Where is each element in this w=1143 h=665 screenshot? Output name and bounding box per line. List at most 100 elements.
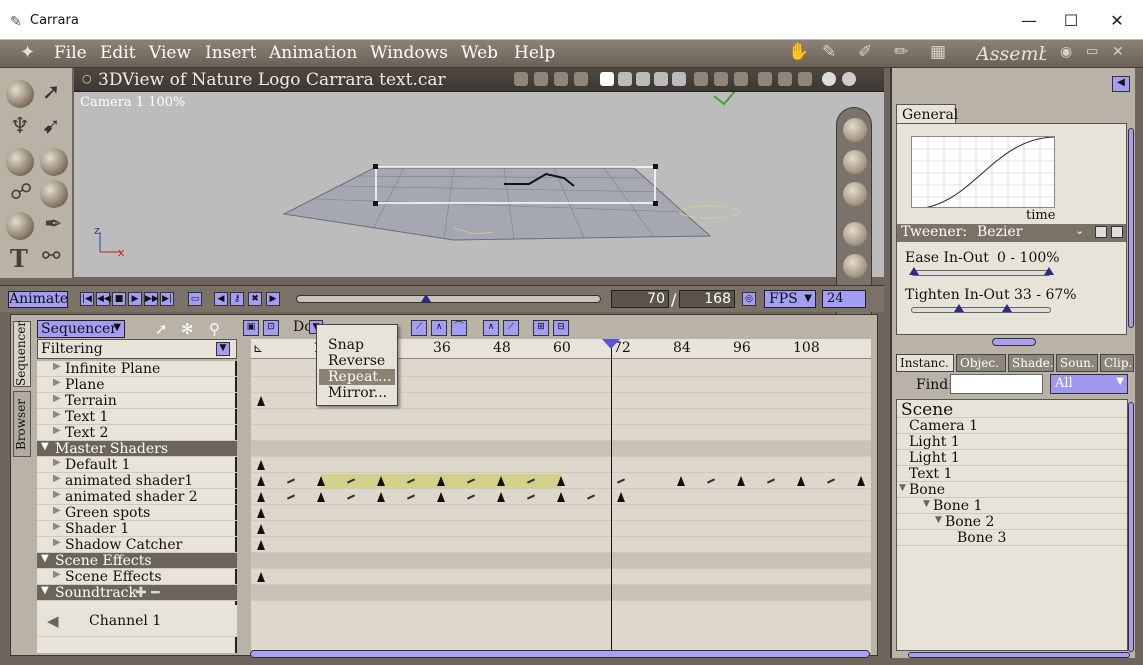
track-row[interactable]: ▼ Master Shaders [37, 441, 237, 457]
view-tool-icon[interactable] [574, 72, 588, 86]
pointer-tool-icon[interactable]: ➚ [42, 80, 60, 105]
keyframe-marker[interactable] [377, 476, 385, 486]
tighten-slider[interactable] [911, 304, 1051, 313]
sphere-tool-icon[interactable] [6, 80, 34, 108]
camera-icon[interactable] [843, 118, 867, 142]
expand-triangle-icon[interactable]: ▼ [935, 515, 942, 525]
total-frames-field[interactable]: 168 [679, 290, 735, 308]
keyframe-marker[interactable] [317, 476, 325, 486]
tree-hscrollbar[interactable] [908, 652, 1130, 658]
light-tool-icon[interactable]: ♆ [10, 114, 30, 139]
track-row[interactable]: ▶ Plane [37, 377, 237, 393]
layout-two-icon[interactable] [618, 72, 632, 86]
track-row[interactable]: ▶ Text 1 [37, 409, 237, 425]
menu-edit[interactable]: Edit [100, 43, 136, 63]
keyframe-marker[interactable] [257, 540, 265, 550]
scene-tree-item[interactable]: Light 1 [897, 450, 1127, 466]
target-tool-icon[interactable] [6, 212, 34, 240]
playhead[interactable] [611, 339, 612, 653]
current-frame-field[interactable]: 70 [611, 290, 669, 308]
add-remove-icon[interactable]: ✚ ━ [135, 585, 160, 601]
brush-tool-icon[interactable]: ✒ [44, 212, 62, 237]
keyframe-marker[interactable] [737, 476, 745, 486]
menu-view[interactable]: View [149, 43, 191, 63]
dropdown-item[interactable]: Reverse [319, 353, 395, 369]
rotate-tool-icon[interactable] [40, 148, 68, 176]
keyframe-marker[interactable] [617, 492, 625, 502]
scene-tree-item[interactable]: Text 1 [897, 466, 1127, 482]
fast-forward-icon[interactable]: ▶▶ [144, 292, 159, 306]
layout-single-icon[interactable] [600, 72, 614, 86]
sequencer-side-tab[interactable]: Sequencer [13, 321, 31, 387]
timeline-lane[interactable] [251, 457, 871, 473]
time-settings-icon[interactable]: ◎ [742, 292, 756, 306]
timeline-lane[interactable] [251, 585, 871, 601]
chevron-down-icon[interactable]: ⌄ [1075, 224, 1084, 237]
restore-icon[interactable]: ▭ [1086, 44, 1110, 64]
keyframe-marker[interactable] [257, 476, 265, 486]
storyboard-room-icon[interactable]: ✐ [858, 42, 882, 62]
scene-tree-item[interactable]: ▼ Bone 2 [897, 514, 1127, 530]
timeline-lane[interactable] [251, 505, 871, 521]
track-row[interactable]: ▶ Shadow Catcher [37, 537, 237, 553]
track-icon[interactable] [843, 222, 867, 246]
find-input[interactable] [950, 374, 1043, 394]
globe-tool-icon[interactable] [6, 148, 34, 176]
scene-tree-item[interactable]: Bone 3 [897, 530, 1127, 546]
layout-three-icon[interactable] [636, 72, 650, 86]
expand-triangle-icon[interactable]: ▼ [41, 553, 49, 564]
keyframe-marker[interactable] [317, 492, 325, 502]
track-row[interactable]: ▶ Green spots [37, 505, 237, 521]
menu-web[interactable]: Web [461, 43, 498, 63]
timeline-lane[interactable] [251, 473, 871, 489]
collapsed-triangle-icon[interactable]: ▶ [53, 473, 61, 484]
keyframe-marker[interactable] [497, 492, 505, 502]
tweener-row[interactable]: Tweener: Bezier ⌄ [897, 224, 1126, 242]
scene-tree-item[interactable]: Camera 1 [897, 418, 1127, 434]
tween-linear-icon[interactable]: ⟋ [411, 320, 427, 336]
fit-view-icon[interactable]: ▣ [243, 320, 259, 336]
stop-icon[interactable]: ■ [112, 292, 126, 306]
start-marker-icon[interactable]: ⊾ [253, 341, 263, 355]
pan-hand-icon[interactable] [843, 150, 867, 174]
timeline-lane[interactable] [251, 441, 871, 457]
loop-icon[interactable]: ▭ [188, 292, 202, 306]
last-frame-icon[interactable]: ▶| [160, 292, 174, 306]
texture-room-icon[interactable]: ✏ [894, 42, 918, 62]
key-ungroup-icon[interactable]: ⊟ [553, 320, 569, 336]
tween-arc-icon[interactable]: ⌒ [451, 320, 467, 336]
prev-key-icon[interactable]: ◀ [214, 292, 228, 306]
camera-mode-icon[interactable] [798, 72, 812, 86]
track-row[interactable]: ▶ animated shader 2 [37, 489, 237, 505]
dolly-icon[interactable] [843, 254, 867, 278]
keyframe-marker[interactable] [257, 572, 265, 582]
keyframe-marker[interactable] [677, 476, 685, 486]
panel-splitter[interactable] [992, 338, 1036, 346]
first-frame-icon[interactable]: |◀ [80, 292, 94, 306]
keyframe-marker[interactable] [377, 492, 385, 502]
playhead-marker-icon[interactable] [602, 339, 620, 349]
close-button[interactable]: ✕ [1094, 8, 1140, 34]
collapsed-triangle-icon[interactable]: ▶ [53, 425, 61, 436]
dropdown-item[interactable]: Snap [319, 337, 395, 353]
channel-row[interactable]: ◀ Channel 1 [37, 605, 237, 637]
browser-side-tab[interactable]: Browser [13, 391, 31, 457]
menu-insert[interactable]: Insert [205, 43, 256, 63]
render-room-icon[interactable]: ▦ [930, 42, 954, 62]
ease-start-handle[interactable] [909, 267, 919, 275]
keyframe-marker[interactable] [257, 396, 265, 406]
collapsed-triangle-icon[interactable]: ▶ [53, 361, 61, 372]
tab-instances[interactable]: Instanc. [896, 354, 954, 372]
time-slider[interactable] [296, 294, 601, 303]
render-icon[interactable] [842, 72, 856, 86]
keyframe-marker[interactable] [497, 476, 505, 486]
sequencer-mode-select[interactable]: Sequencer ▼ [37, 320, 125, 338]
fps-select[interactable]: FPS ▼ [764, 290, 816, 308]
bone-tool-icon[interactable]: ☍ [10, 180, 32, 205]
collapsed-triangle-icon[interactable]: ▶ [53, 393, 61, 404]
view-menu-icon[interactable]: ○ [82, 72, 92, 85]
track-row[interactable]: ▶ Default 1 [37, 457, 237, 473]
collapse-panel-icon[interactable]: ◀ [1112, 76, 1130, 92]
expand-triangle-icon[interactable]: ▼ [899, 483, 906, 493]
text-tool-icon[interactable]: T [10, 244, 28, 273]
